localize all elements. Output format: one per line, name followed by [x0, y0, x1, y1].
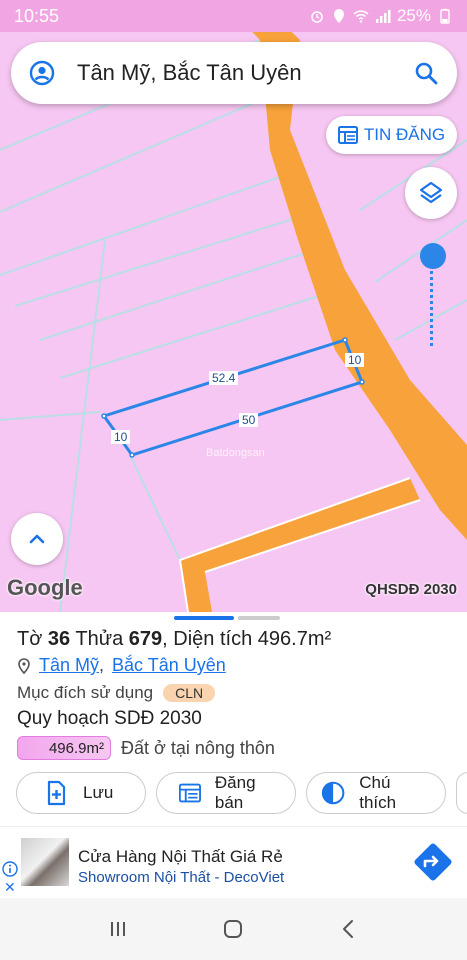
status-time: 10:55 [14, 5, 60, 26]
tin-dang-label: TIN ĐĂNG [363, 125, 446, 144]
signal-icon [375, 10, 391, 23]
save-button[interactable]: Lưu [16, 772, 146, 814]
sheet-label: Tờ [17, 628, 43, 650]
area-label: Diện tích [173, 628, 253, 650]
info-icon[interactable] [2, 861, 18, 877]
battery-icon [440, 8, 450, 24]
ad-banner[interactable]: ✕ Cửa Hàng Nội Thất Giá Rẻ Showroom Nội … [0, 826, 467, 896]
ad-title[interactable]: Cửa Hàng Nội Thất Giá Rẻ [78, 847, 283, 867]
sheet-handle[interactable] [238, 616, 280, 620]
plan-title: Quy hoạch SDĐ 2030 [17, 708, 202, 729]
add-bookmark-icon [47, 780, 66, 806]
battery-percent: 25% [396, 6, 431, 25]
alarm-icon [311, 11, 323, 23]
account-location-icon[interactable] [29, 60, 55, 86]
system-nav-bar [0, 898, 467, 960]
listing-icon [179, 783, 201, 803]
parcel-info-sheet: Tờ 36 Thửa 679, Diện tích 496.7m² Tân Mỹ… [0, 612, 467, 824]
ward-link[interactable]: Tân Mỹ [39, 655, 99, 676]
dim-label-bottom: 50 [239, 413, 259, 427]
purpose-code-badge: CLN [163, 684, 216, 702]
tin-dang-button[interactable]: TIN ĐĂNG [326, 116, 457, 154]
home-icon[interactable] [221, 917, 245, 941]
location-icon [333, 9, 344, 23]
plan-description: Đất ở tại nông thôn [121, 737, 275, 758]
back-icon[interactable] [337, 917, 361, 941]
more-actions-button[interactable] [456, 772, 467, 814]
legend-icon [321, 781, 345, 805]
lot-label: Thửa [75, 628, 124, 650]
plan-row: 496.9m² Đất ở tại nông thôn [17, 736, 275, 760]
google-logo: Google [7, 575, 83, 600]
recent-apps-icon[interactable] [106, 917, 130, 941]
watermark: Batdongsan [206, 447, 265, 459]
sheet-handle-active[interactable] [174, 616, 234, 620]
legend-button[interactable]: Chú thích [306, 772, 446, 814]
status-bar: 10:55 25% [0, 0, 467, 32]
directions-icon[interactable] [413, 842, 453, 882]
wifi-icon [353, 10, 369, 23]
parcel-address: Tân Mỹ, Bắc Tân Uyên [17, 655, 226, 676]
sheet-number: 36 [47, 628, 71, 650]
layers-button[interactable] [405, 167, 457, 219]
post-sale-label: Đăng bán [214, 773, 256, 812]
purpose-label: Mục đích sử dụng [17, 683, 154, 702]
layers-icon [419, 181, 443, 204]
ad-subtitle[interactable]: Showroom Nội Thất - DecoViet [78, 869, 284, 886]
dim-label-left: 10 [111, 430, 131, 444]
map-layer-label: QHSDĐ 2030 [365, 581, 457, 598]
ad-thumbnail[interactable] [21, 838, 69, 886]
search-input[interactable]: Tân Mỹ, Bắc Tân Uyên [77, 60, 413, 86]
lot-number: 679 [128, 628, 163, 650]
dim-label-top: 52.4 [209, 371, 239, 385]
parcel-title: Tờ 36 Thửa 679, Diện tích 496.7m² [17, 628, 332, 650]
post-sale-button[interactable]: Đăng bán [156, 772, 296, 814]
dim-label-right: 10 [345, 353, 365, 367]
legend-label: Chú thích [359, 773, 397, 812]
search-icon[interactable] [413, 60, 439, 86]
plan-area-badge: 496.9m² [17, 736, 111, 760]
district-link[interactable]: Bắc Tân Uyên [112, 655, 226, 676]
chevron-up-icon [29, 534, 45, 544]
opacity-slider-knob[interactable] [420, 243, 446, 269]
search-bar[interactable]: Tân Mỹ, Bắc Tân Uyên [11, 42, 457, 104]
action-bar: Lưu Đăng bán Chú thích [16, 772, 467, 814]
opacity-slider-track[interactable] [430, 258, 435, 346]
land-use-purpose: Mục đích sử dụng CLN [17, 683, 216, 703]
close-ad-icon[interactable]: ✕ [4, 879, 16, 896]
expand-sheet-button[interactable] [11, 513, 63, 565]
save-label: Lưu [83, 783, 114, 802]
area-value: 496.7m² [257, 628, 332, 650]
map-pin-icon [18, 657, 30, 674]
listing-board-icon [337, 126, 358, 144]
